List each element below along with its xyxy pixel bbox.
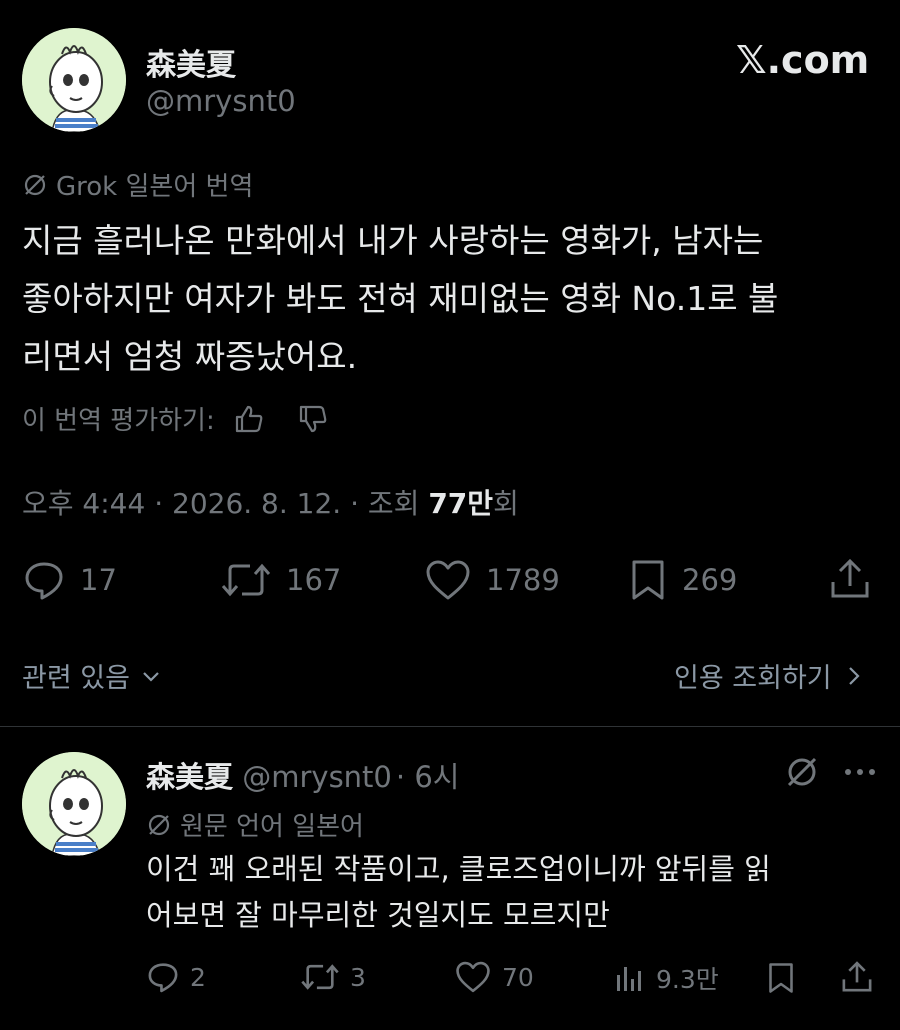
reply-button[interactable]: 17 — [22, 558, 117, 602]
view-count-suffix: 회 — [493, 487, 519, 520]
like-button[interactable]: 1789 — [424, 558, 560, 602]
no-translate-icon[interactable] — [784, 754, 820, 790]
reply-reply-button[interactable]: 2 — [146, 960, 206, 994]
reply-views-count: 9.3만 — [656, 965, 719, 994]
chevron-down-icon — [140, 665, 162, 687]
analytics-icon — [612, 961, 646, 995]
share-icon[interactable] — [840, 958, 874, 996]
view-quotes-link[interactable]: 인용 조회하기 — [674, 656, 864, 695]
reply-text-line: 어보면 잘 마무리한 것일지도 모르지만 — [146, 898, 610, 932]
reply-time[interactable]: · 6시 — [396, 760, 460, 794]
x-logo: 𝕏.com — [736, 38, 870, 82]
author-handle[interactable]: @mrysnt0 — [146, 84, 296, 118]
post-text-line: 지금 흘러나온 만화에서 내가 사랑하는 영화가, 남자는 — [22, 221, 764, 260]
no-translate-icon — [146, 812, 172, 838]
original-language-text: 원문 언어 일본어 — [180, 812, 364, 842]
reply-author-handle[interactable]: @mrysnt0 — [242, 760, 392, 794]
translation-label-text: Grok 일본어 번역 — [56, 172, 254, 202]
author-name[interactable]: 森美夏 — [146, 40, 236, 84]
section-divider — [0, 726, 900, 727]
share-icon — [828, 556, 872, 602]
reply-repost-button[interactable]: 3 — [300, 960, 366, 994]
heart-icon — [454, 960, 492, 994]
reply-text-line: 이건 꽤 오래된 작품이고, 클로즈업이니까 앞뒤를 읽 — [146, 852, 771, 886]
post-text: 지금 흘러나온 만화에서 내가 사랑하는 영화가, 남자는 좋아하지만 여자가 … — [22, 212, 778, 386]
bookmark-button[interactable]: 269 — [628, 558, 737, 602]
like-count: 1789 — [486, 563, 560, 597]
rate-translation: 이 번역 평가하기: — [22, 400, 329, 437]
bookmark-icon[interactable] — [766, 960, 796, 996]
heart-icon — [424, 558, 472, 602]
avatar[interactable] — [22, 28, 126, 132]
reply-like-button[interactable]: 70 — [454, 960, 534, 994]
post-text-line: 리면서 엄청 짜증났어요. — [22, 337, 358, 376]
view-quotes-label: 인용 조회하기 — [674, 663, 832, 694]
no-translate-icon — [22, 172, 48, 198]
repost-button[interactable]: 167 — [220, 558, 341, 602]
reply-text: 이건 꽤 오래된 작품이고, 클로즈업이니까 앞뒤를 읽 어보면 잘 마무리한 … — [146, 846, 771, 938]
reply-count: 17 — [80, 563, 117, 597]
repost-icon — [300, 960, 340, 994]
reply-reply-count: 2 — [190, 962, 206, 992]
thumbs-up-icon[interactable] — [233, 403, 265, 435]
repost-count: 167 — [286, 563, 342, 597]
post-text-line: 좋아하지만 여자가 봐도 전혀 재미없는 영화 No.1로 불 — [22, 279, 779, 318]
reply-repost-count: 3 — [350, 962, 366, 992]
related-label: 관련 있음 — [22, 663, 130, 694]
view-count: 77만 — [428, 487, 494, 520]
reply-icon — [22, 558, 66, 602]
post-time-date[interactable]: 오후 4:44 · 2026. 8. 12. · 조회 — [22, 487, 428, 520]
bookmark-count: 269 — [682, 563, 738, 597]
chevron-right-icon — [844, 664, 864, 688]
share-button[interactable] — [828, 556, 872, 602]
reply-views-button[interactable]: 9.3만 — [612, 960, 719, 996]
repost-icon — [220, 558, 272, 602]
reply-like-count: 70 — [502, 962, 534, 992]
related-dropdown[interactable]: 관련 있음 — [22, 656, 162, 695]
post-meta: 오후 4:44 · 2026. 8. 12. · 조회 77만회 — [22, 482, 519, 522]
more-options-icon[interactable] — [842, 762, 878, 782]
grok-translation-label: Grok 일본어 번역 — [22, 166, 253, 203]
reply-author-name[interactable]: 森美夏 — [146, 760, 233, 794]
reply-avatar[interactable] — [22, 752, 126, 856]
original-language-label: 원문 언어 일본어 — [146, 806, 364, 843]
bookmark-icon — [628, 558, 668, 602]
thumbs-down-icon[interactable] — [297, 403, 329, 435]
reply-icon — [146, 960, 180, 994]
rate-translation-label: 이 번역 평가하기: — [22, 406, 215, 436]
reply-header: 森美夏 @mrysnt0 · 6시 — [146, 754, 459, 796]
